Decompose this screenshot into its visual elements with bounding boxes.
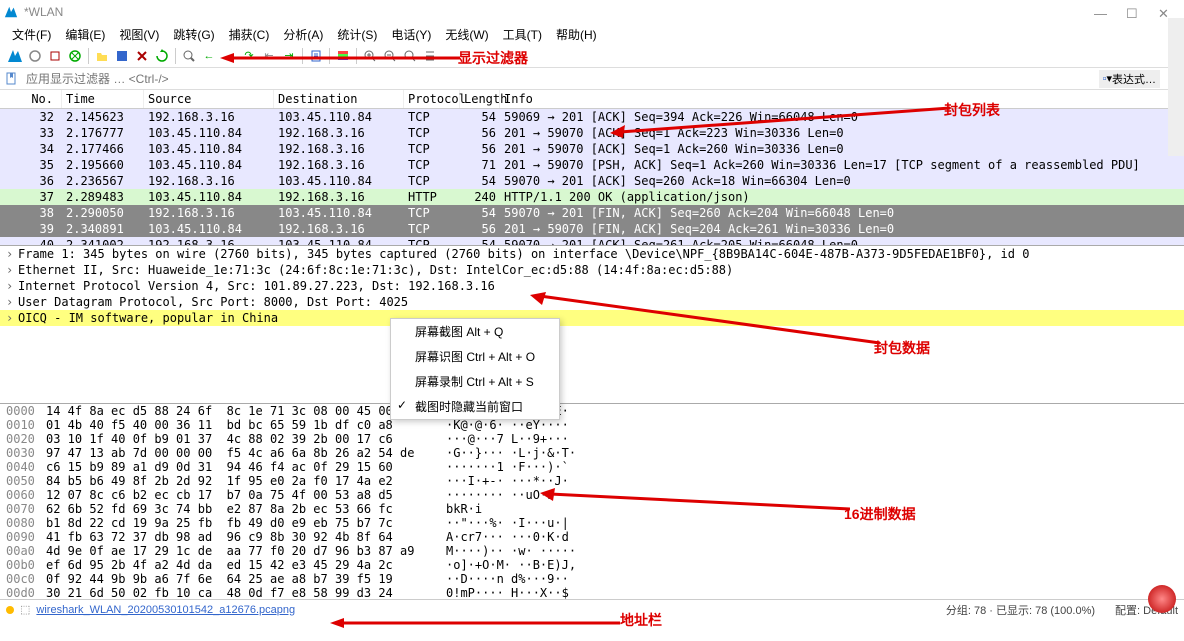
- menu-item[interactable]: 无线(W): [439, 24, 494, 45]
- menubar: 文件(F)编辑(E)视图(V)跳转(G)捕获(C)分析(A)统计(S)电话(Y)…: [0, 24, 1184, 44]
- packet-row[interactable]: 402.341002192.168.3.16103.45.110.84TCP54…: [0, 237, 1184, 246]
- statusbar: ⬚ wireshark_WLAN_20200530101542_a12676.p…: [0, 599, 1184, 619]
- menu-item[interactable]: 视图(V): [113, 24, 165, 45]
- packet-list-header: No.TimeSourceDestinationProtocolLengthIn…: [0, 90, 1184, 109]
- context-menu-item[interactable]: 屏幕录制 Ctrl + Alt + S: [391, 369, 559, 394]
- find-icon[interactable]: [180, 47, 198, 65]
- column-header[interactable]: Source: [144, 90, 274, 108]
- zoom-reset-icon[interactable]: [401, 47, 419, 65]
- packet-row[interactable]: 382.290050192.168.3.16103.45.110.84TCP54…: [0, 205, 1184, 221]
- bookmark-icon[interactable]: [4, 71, 20, 87]
- column-header[interactable]: Info: [500, 90, 1184, 108]
- hex-row[interactable]: 001001 4b 40 f5 40 00 36 11 bd bc 65 59 …: [0, 418, 1184, 432]
- save-file-icon[interactable]: [113, 47, 131, 65]
- titlebar: *WLAN — ☐ ✕: [0, 0, 1184, 24]
- menu-item[interactable]: 统计(S): [331, 24, 383, 45]
- colorize-icon[interactable]: [334, 47, 352, 65]
- hex-row[interactable]: 0080b1 8d 22 cd 19 9a 25 fb fb 49 d0 e9 …: [0, 516, 1184, 530]
- packet-list-pane[interactable]: No.TimeSourceDestinationProtocolLengthIn…: [0, 90, 1184, 246]
- hex-row[interactable]: 00a04d 9e 0f ae 17 29 1c de aa 77 f0 20 …: [0, 544, 1184, 558]
- menu-item[interactable]: 编辑(E): [59, 24, 111, 45]
- context-menu: 屏幕截图 Alt + Q屏幕识图 Ctrl + Alt + O屏幕录制 Ctrl…: [390, 318, 560, 420]
- autoscroll-icon[interactable]: [307, 47, 325, 65]
- menu-item[interactable]: 分析(A): [277, 24, 329, 45]
- expert-info-indicator[interactable]: [1148, 585, 1176, 613]
- status-file: wireshark_WLAN_20200530101542_a12676.pca…: [36, 604, 295, 616]
- hex-row[interactable]: 000014 4f 8a ec d5 88 24 6f 8c 1e 71 3c …: [0, 404, 1184, 418]
- capture-options-icon[interactable]: [66, 47, 84, 65]
- zoom-out-icon[interactable]: [381, 47, 399, 65]
- open-file-icon[interactable]: [93, 47, 111, 65]
- protocol-tree-item[interactable]: OICQ - IM software, popular in China: [0, 310, 1184, 326]
- expression-button[interactable]: ▫ ▾ 表达式…: [1099, 70, 1160, 88]
- hex-row[interactable]: 009041 fb 63 72 37 db 98 ad 96 c9 8b 30 …: [0, 530, 1184, 544]
- hex-row[interactable]: 006012 07 8c c6 b2 ec cb 17 b7 0a 75 4f …: [0, 488, 1184, 502]
- status-dot-icon: [6, 606, 14, 614]
- menu-item[interactable]: 捕获(C): [223, 24, 276, 45]
- display-filter-bar: ▫ ▾ 表达式… +: [0, 68, 1184, 90]
- close-file-icon[interactable]: [133, 47, 151, 65]
- packet-row[interactable]: 372.289483103.45.110.84192.168.3.16HTTP2…: [0, 189, 1184, 205]
- prev-icon[interactable]: ←: [200, 47, 218, 65]
- menu-item[interactable]: 电话(Y): [385, 24, 437, 45]
- hex-row[interactable]: 003097 47 13 ab 7d 00 00 00 f5 4c a6 6a …: [0, 446, 1184, 460]
- context-menu-item[interactable]: 屏幕识图 Ctrl + Alt + O: [391, 344, 559, 369]
- stop-capture-icon[interactable]: [26, 47, 44, 65]
- hex-row[interactable]: 00b0ef 6d 95 2b 4f a2 4d da ed 15 42 e3 …: [0, 558, 1184, 572]
- menu-item[interactable]: 工具(T): [497, 24, 548, 45]
- packet-row[interactable]: 342.177466103.45.110.84192.168.3.16TCP56…: [0, 141, 1184, 157]
- expert-info-icon[interactable]: ⬚: [20, 603, 30, 616]
- protocol-tree-item[interactable]: Internet Protocol Version 4, Src: 101.89…: [0, 278, 1184, 294]
- packet-row[interactable]: 322.145623192.168.3.16103.45.110.84TCP54…: [0, 109, 1184, 125]
- minimize-button[interactable]: —: [1094, 6, 1106, 18]
- packet-details-pane[interactable]: Frame 1: 345 bytes on wire (2760 bits), …: [0, 246, 1184, 404]
- hex-row[interactable]: 005084 b5 b6 49 8f 2b 2d 92 1f 95 e0 2a …: [0, 474, 1184, 488]
- packet-row[interactable]: 332.176777103.45.110.84192.168.3.16TCP56…: [0, 125, 1184, 141]
- hex-row[interactable]: 0040c6 15 b9 89 a1 d9 0d 31 94 46 f4 ac …: [0, 460, 1184, 474]
- goto-first-icon[interactable]: ⇤: [260, 47, 278, 65]
- zoom-in-icon[interactable]: [361, 47, 379, 65]
- next-icon[interactable]: →: [220, 47, 238, 65]
- context-menu-item[interactable]: 截图时隐藏当前窗口: [391, 394, 559, 419]
- menu-item[interactable]: 跳转(G): [167, 24, 220, 45]
- protocol-tree-item[interactable]: Ethernet II, Src: Huaweide_1e:71:3c (24:…: [0, 262, 1184, 278]
- restart-capture-icon[interactable]: [46, 47, 64, 65]
- display-filter-input[interactable]: [22, 70, 1099, 88]
- goto-icon[interactable]: ↷: [240, 47, 258, 65]
- hex-row[interactable]: 00c00f 92 44 9b 9b a6 7f 6e 64 25 ae a8 …: [0, 572, 1184, 586]
- column-header[interactable]: Protocol: [404, 90, 460, 108]
- start-capture-icon[interactable]: [6, 47, 24, 65]
- window-title: *WLAN: [24, 5, 1094, 19]
- context-menu-item[interactable]: 屏幕截图 Alt + Q: [391, 319, 559, 344]
- main-toolbar: ← → ↷ ⇤ ⇥: [0, 44, 1184, 68]
- resize-columns-icon[interactable]: [421, 47, 439, 65]
- status-packets: 分组: 78 · 已显示: 78 (100.0%): [946, 602, 1095, 618]
- goto-last-icon[interactable]: ⇥: [280, 47, 298, 65]
- app-icon: [4, 5, 18, 19]
- packet-row[interactable]: 362.236567192.168.3.16103.45.110.84TCP54…: [0, 173, 1184, 189]
- maximize-button[interactable]: ☐: [1126, 6, 1138, 18]
- packet-row[interactable]: 392.340891103.45.110.84192.168.3.16TCP56…: [0, 221, 1184, 237]
- packet-bytes-pane[interactable]: 000014 4f 8a ec d5 88 24 6f 8c 1e 71 3c …: [0, 404, 1184, 599]
- column-header[interactable]: Time: [62, 90, 144, 108]
- packet-row[interactable]: 352.195660103.45.110.84192.168.3.16TCP71…: [0, 157, 1184, 173]
- menu-item[interactable]: 帮助(H): [550, 24, 603, 45]
- menu-item[interactable]: 文件(F): [6, 24, 57, 45]
- hex-row[interactable]: 00d030 21 6d 50 02 fb 10 ca 48 0d f7 e8 …: [0, 586, 1184, 599]
- close-button[interactable]: ✕: [1158, 6, 1170, 18]
- column-header[interactable]: Destination: [274, 90, 404, 108]
- hex-row[interactable]: 002003 10 1f 40 0f b9 01 37 4c 88 02 39 …: [0, 432, 1184, 446]
- protocol-tree-item[interactable]: User Datagram Protocol, Src Port: 8000, …: [0, 294, 1184, 310]
- reload-icon[interactable]: [153, 47, 171, 65]
- protocol-tree-item[interactable]: Frame 1: 345 bytes on wire (2760 bits), …: [0, 246, 1184, 262]
- column-header[interactable]: No.: [0, 90, 62, 108]
- hex-row[interactable]: 007062 6b 52 fd 69 3c 74 bb e2 87 8a 2b …: [0, 502, 1184, 516]
- column-header[interactable]: Length: [460, 90, 500, 108]
